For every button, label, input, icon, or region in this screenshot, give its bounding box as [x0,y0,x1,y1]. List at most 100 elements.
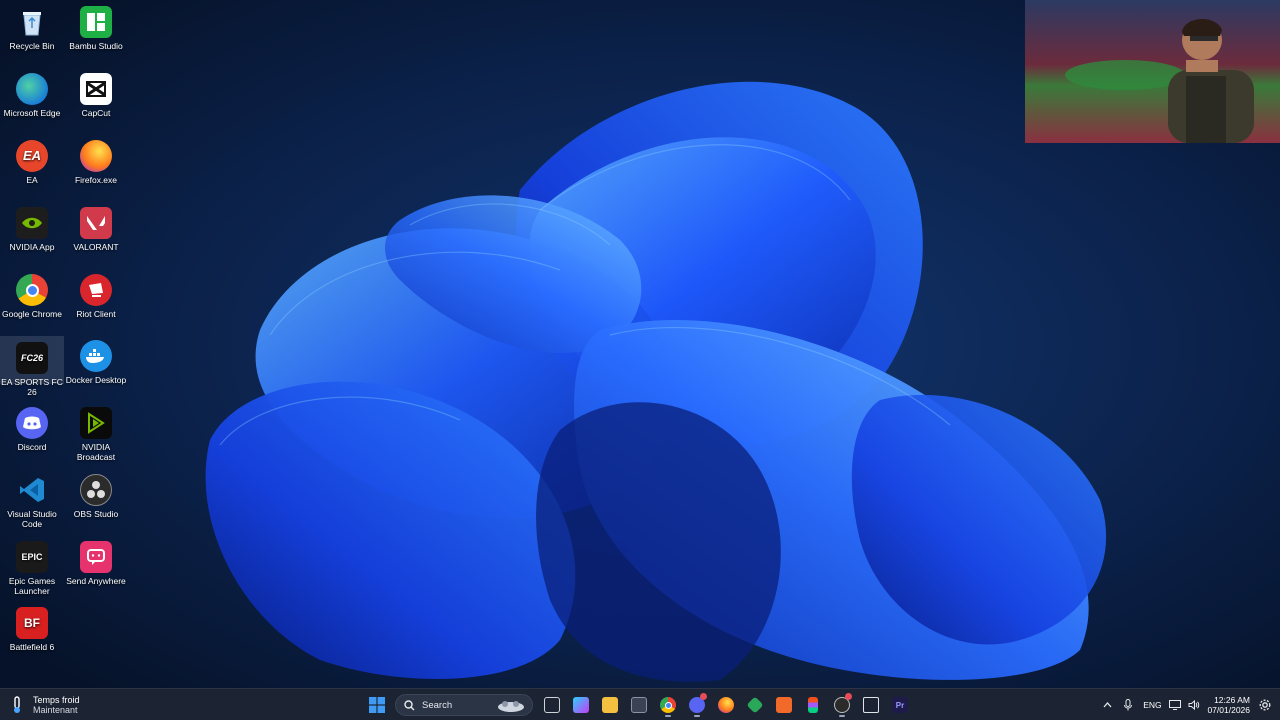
riot-fist-icon [80,274,112,306]
desktop-icon-docker-desktop[interactable]: Docker Desktop [64,334,128,385]
show-hidden-icons-button[interactable] [1099,693,1115,717]
network-monitor-icon [1169,700,1182,710]
desktop-icon-label: Bambu Studio [69,41,123,51]
desktop-icon-microsoft-edge[interactable]: Microsoft Edge [0,67,64,118]
desktop-icon-label: Visual Studio Code [7,509,57,529]
obs-icon [80,474,112,506]
taskbar-app-xampp[interactable] [771,693,797,717]
thermometer-icon [14,696,20,713]
desktop-icon-label: CapCut [81,108,111,118]
ea-sports-fc-icon: FC26 [16,342,48,374]
desktop-icon-ea[interactable]: EA EA [0,134,64,185]
nvidia-icon [16,207,48,239]
chevron-up-icon [1103,702,1112,708]
notification-badge [700,693,707,700]
desktop-icon-label: Send Anywhere [66,576,126,586]
clock-time: 12:26 AM [1214,695,1250,705]
taskbar-app-copilot[interactable] [568,693,594,717]
taskbar-app-git[interactable] [742,693,768,717]
vscode-icon [16,474,48,506]
webcam-overlay [1025,0,1280,143]
desktop-icon-discord[interactable]: Discord [0,401,64,452]
speaker-icon [1188,700,1200,710]
capcut-icon [80,73,112,105]
weather-widget[interactable]: Temps froid Maintenant [8,693,80,717]
desktop-icon-label: Google Chrome [1,309,62,319]
xampp-icon [776,697,792,713]
figma-icon [808,697,818,713]
desktop-icon-visual-studio-code[interactable]: Visual Studio Code [0,468,64,529]
desktop-icon-label: Discord [17,442,47,452]
streamer-figure [1168,18,1254,143]
search-highlight-icon [498,701,524,712]
desktop-icon-battlefield-6[interactable]: BF Battlefield 6 [0,601,64,652]
taskbar-app-chrome[interactable] [655,693,681,717]
start-button[interactable] [364,693,390,717]
bambu-studio-icon [80,6,112,38]
chrome-icon [16,274,48,306]
desktop-icon-riot-client[interactable]: Riot Client [64,268,128,319]
recycle-bin-icon [16,6,48,38]
taskbar-app-store[interactable] [626,693,652,717]
input-language-button[interactable]: ENG [1141,693,1163,717]
folder-icon [602,697,618,713]
taskbar-app-obs[interactable] [829,693,855,717]
nvidia-broadcast-icon [80,407,112,439]
desktop-icon-nvidia-app[interactable]: NVIDIA App [0,201,64,252]
microphone-button[interactable] [1121,693,1135,717]
desktop-icon-ea-sports-fc-26[interactable]: FC26 EA SPORTS FC 26 [0,336,64,397]
copilot-icon [573,697,589,713]
task-view-button[interactable] [539,693,565,717]
taskbar-search[interactable]: Search [395,694,533,716]
desktop-icon-label: EA SPORTS FC 26 [1,377,63,397]
taskbar-center: Search Pr [364,693,916,717]
network-button[interactable] [1169,693,1182,717]
taskbar-app-discord[interactable] [684,693,710,717]
desktop-icon-label: Riot Client [76,309,116,319]
epic-games-icon: EPIC [16,541,48,573]
desktop-icon-firefox[interactable]: Firefox.exe [64,134,128,185]
desktop-icon-nvidia-broadcast[interactable]: NVIDIA Broadcast [64,401,128,462]
desktop-icon-grid: Recycle Bin Bambu Studio Microsoft Edge … [0,0,128,688]
taskbar-app-file-explorer[interactable] [597,693,623,717]
desktop-icon-send-anywhere[interactable]: Send Anywhere [64,535,128,586]
desktop-icon-label: EA [26,175,38,185]
taskbar-app-firefox[interactable] [713,693,739,717]
taskbar-app-figma[interactable] [800,693,826,717]
weather-title: Temps froid [33,695,80,705]
send-anywhere-icon [80,541,112,573]
desktop-icon-google-chrome[interactable]: Google Chrome [0,268,64,319]
clock-date: 07/01/2026 [1207,705,1250,715]
desktop-icon-valorant[interactable]: VALORANT [64,201,128,252]
desktop-icon-label: OBS Studio [73,509,119,519]
gear-icon [1259,699,1271,711]
weather-subtitle: Maintenant [33,705,78,715]
volume-button[interactable] [1187,693,1201,717]
desktop-icon-label: Firefox.exe [74,175,118,185]
desktop-icon-label: Docker Desktop [65,375,127,385]
battlefield-icon: BF [16,607,48,639]
desktop-icon-capcut[interactable]: CapCut [64,67,128,118]
ea-icon: EA [16,140,48,172]
desktop-icon-label: NVIDIA App [9,242,55,252]
desktop-icon-epic-games-launcher[interactable]: EPIC Epic Games Launcher [0,535,64,596]
store-bag-icon [631,697,647,713]
desktop-icon-recycle-bin[interactable]: Recycle Bin [0,0,64,51]
desktop-icon-obs-studio[interactable]: OBS Studio [64,468,128,519]
taskbar-app-monitor[interactable] [858,693,884,717]
taskbar-clock[interactable]: 12:26 AM 07/01/2026 [1207,695,1250,715]
taskbar: Temps froid Maintenant Search Pr ENG 12:… [0,688,1280,720]
desktop-icon-label: VALORANT [73,242,119,252]
desktop-icon-label: Epic Games Launcher [8,576,56,596]
desktop-icon-label: NVIDIA Broadcast [76,442,116,462]
chrome-icon [660,697,676,713]
edge-icon [16,73,48,105]
notification-center-button[interactable] [1258,693,1272,717]
taskbar-app-premiere-pro[interactable]: Pr [887,693,913,717]
microphone-icon [1124,699,1133,711]
search-label: Search [422,699,453,711]
desktop-icon-bambu-studio[interactable]: Bambu Studio [64,0,128,51]
premiere-pro-icon: Pr [892,697,908,713]
monitor-icon [863,697,879,713]
firefox-icon [718,697,734,713]
